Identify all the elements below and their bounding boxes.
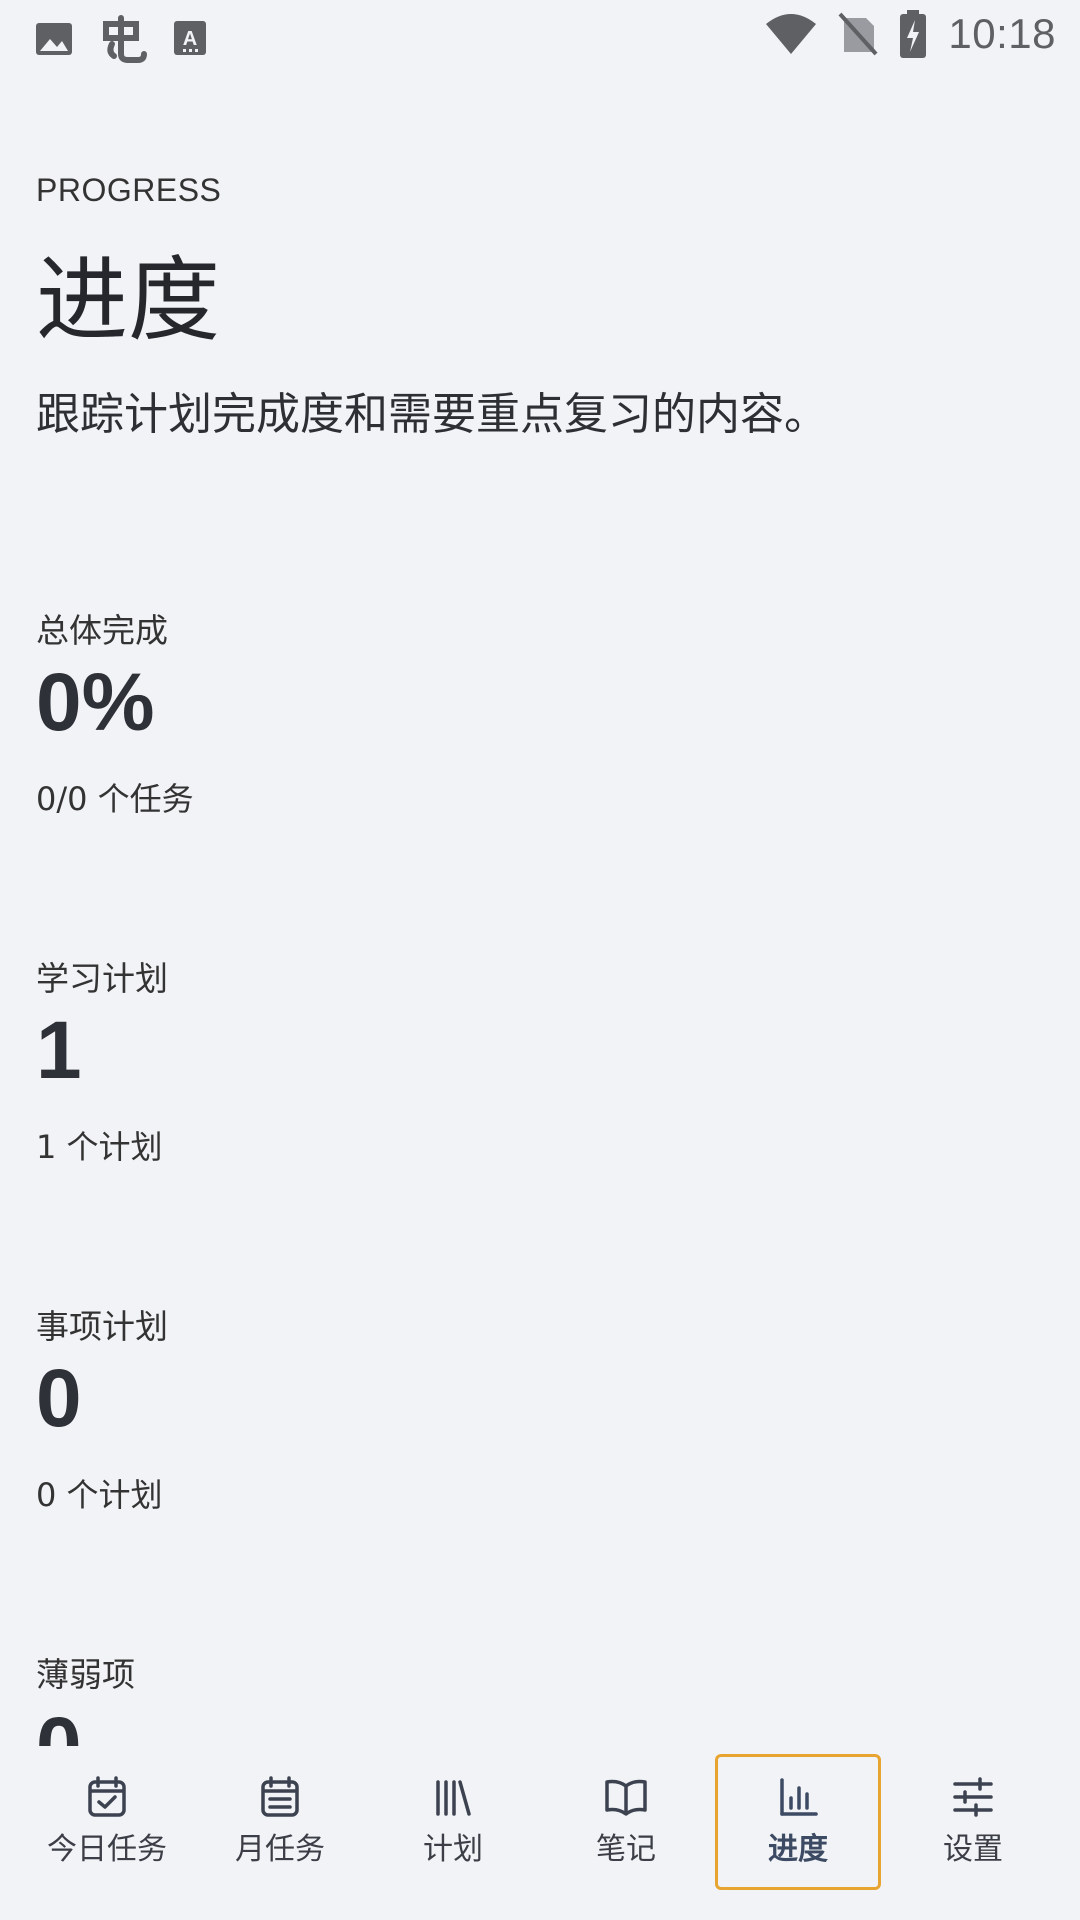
page-kicker: PROGRESS [36,172,222,208]
screen: A 10:18 PROGRESS 进度 跟踪计划完成度和需要重点复习的内容。 总… [0,0,1080,1920]
calendar-month-icon [260,1776,300,1818]
stat-task-plans: 事项计划 0 0 个计划 [36,1300,168,1516]
stat-overall-completion: 总体完成 0% 0/0 个任务 [36,604,194,820]
nav-item-progress[interactable]: 进度 [715,1754,881,1890]
nav-item-month-tasks[interactable]: 月任务 [197,1754,363,1890]
nav-item-settings[interactable]: 设置 [890,1754,1056,1890]
battery-charging-icon [898,10,928,58]
stat-value: 0 [36,1706,135,1747]
text-app-icon: A [172,19,208,59]
stat-sub: 1 个计划 [36,1128,163,1166]
book-icon [604,1776,648,1818]
stat-label: 事项计划 [36,1307,168,1346]
bottom-nav: 今日任务 月任务 计划 笔记 进度 设置 [0,1748,1080,1920]
stat-label: 薄弱项 [36,1655,135,1694]
status-time: 10:18 [948,10,1056,57]
nav-item-plans[interactable]: 计划 [370,1754,536,1890]
stat-sub: 0/0 个任务 [36,780,194,818]
bar-chart-icon [778,1776,818,1818]
stat-value: 1 [36,1005,82,1096]
page-title: 进度 [36,247,221,354]
stat-value: 0 [36,1353,82,1444]
wifi-icon [764,12,818,56]
app-notification-icon [98,14,148,64]
stat-study-plans: 学习计划 1 1 个计划 [36,952,168,1168]
stat-label: 总体完成 [36,611,168,650]
nav-label: 今日任务 [47,1832,167,1867]
nav-item-notes[interactable]: 笔记 [543,1754,709,1890]
stat-weak-items: 薄弱项 0 [36,1648,135,1746]
image-icon [34,19,74,59]
stat-label: 学习计划 [36,959,168,998]
stat-value: 0% [36,657,155,748]
page-subtitle: 跟踪计划完成度和需要重点复习的内容。 [36,389,828,440]
calendar-check-icon [87,1776,127,1818]
sliders-icon [952,1776,994,1818]
status-bar: A 10:18 [0,0,1080,76]
nav-item-today-tasks[interactable]: 今日任务 [24,1754,190,1890]
nav-label: 笔记 [596,1832,656,1867]
svg-text:A: A [183,28,197,50]
library-icon [433,1776,473,1818]
no-sim-icon [838,12,878,56]
nav-label: 计划 [423,1832,483,1867]
nav-label: 设置 [943,1832,1003,1867]
nav-label: 进度 [768,1832,828,1867]
nav-label: 月任务 [235,1832,325,1867]
stat-sub: 0 个计划 [36,1476,163,1514]
